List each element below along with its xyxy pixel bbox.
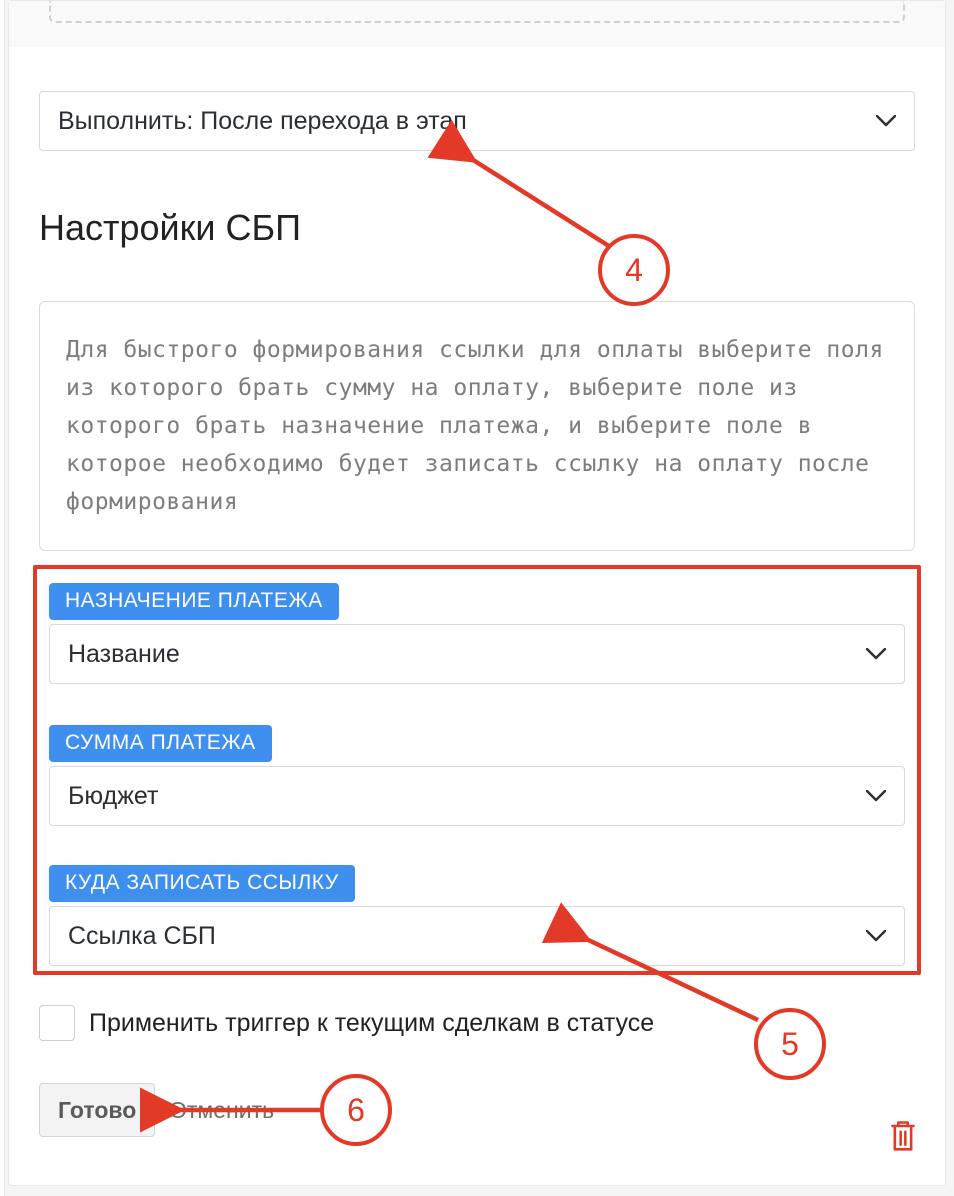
- execute-when-select[interactable]: Выполнить: После перехода в этап: [39, 91, 915, 151]
- trash-icon[interactable]: [889, 1119, 917, 1151]
- chevron-down-icon: [876, 115, 896, 127]
- help-text-box: Для быстрого формирования ссылки для опл…: [39, 301, 915, 551]
- done-label: Готово: [58, 1097, 136, 1124]
- callout-4: 4: [598, 234, 670, 306]
- apply-trigger-checkbox[interactable]: [39, 1005, 75, 1041]
- callout-box-5: НАЗНАЧЕНИЕ ПЛАТЕЖА Название СУММА ПЛАТЕЖ…: [33, 565, 921, 975]
- amount-value: Бюджет: [68, 782, 158, 811]
- callout-5-label: 5: [781, 1026, 799, 1063]
- callout-6: 6: [320, 1074, 392, 1146]
- purpose-badge: НАЗНАЧЕНИЕ ПЛАТЕЖА: [49, 583, 339, 620]
- execute-when-label: Выполнить: После перехода в этап: [58, 107, 467, 136]
- target-badge: КУДА ЗАПИСАТЬ ССЫЛКУ: [49, 865, 355, 902]
- target-value: Ссылка СБП: [68, 922, 216, 951]
- drop-placeholder: [49, 1, 905, 23]
- chevron-down-icon: [866, 930, 886, 942]
- help-text: Для быстрого формирования ссылки для опл…: [66, 337, 884, 515]
- cancel-label: Отменить: [169, 1097, 274, 1124]
- section-title: Настройки СБП: [39, 207, 301, 249]
- apply-trigger-label: Применить триггер к текущим сделкам в ст…: [89, 1009, 654, 1038]
- chevron-down-icon: [866, 790, 886, 802]
- callout-6-label: 6: [347, 1092, 365, 1129]
- purpose-select[interactable]: Название: [49, 624, 905, 684]
- apply-trigger-row[interactable]: Применить триггер к текущим сделкам в ст…: [39, 1005, 654, 1041]
- amount-badge: СУММА ПЛАТЕЖА: [49, 725, 272, 762]
- target-select[interactable]: Ссылка СБП: [49, 906, 905, 966]
- callout-4-label: 4: [625, 252, 643, 289]
- done-button[interactable]: Готово: [39, 1083, 155, 1137]
- callout-5: 5: [754, 1008, 826, 1080]
- settings-panel: Выполнить: После перехода в этап Настрой…: [8, 0, 946, 1186]
- purpose-value: Название: [68, 640, 180, 669]
- cancel-button[interactable]: Отменить: [169, 1083, 274, 1137]
- chevron-down-icon: [866, 648, 886, 660]
- amount-select[interactable]: Бюджет: [49, 766, 905, 826]
